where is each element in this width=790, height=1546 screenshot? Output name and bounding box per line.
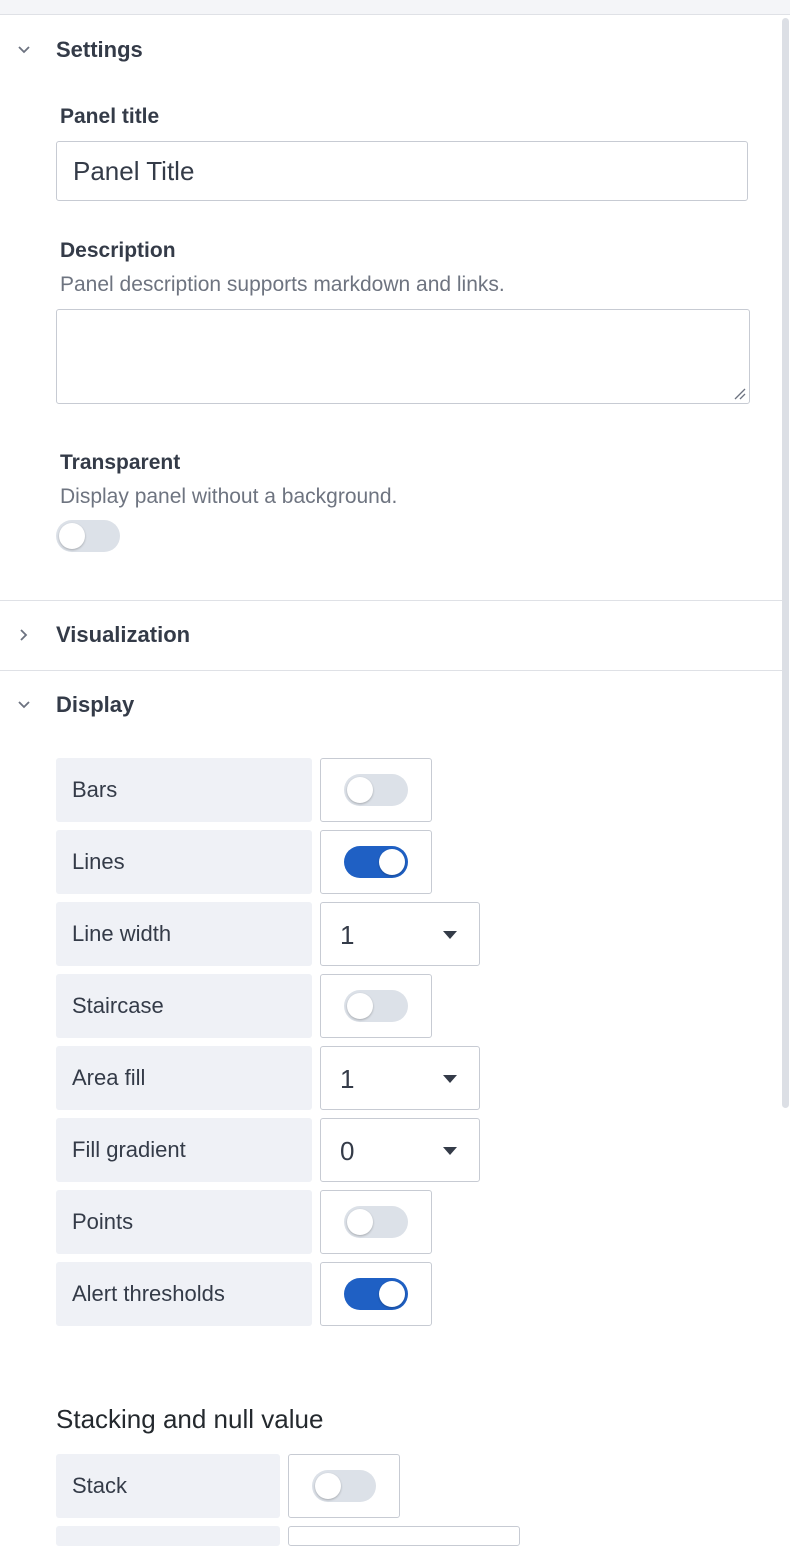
- toggle-knob: [379, 1281, 405, 1307]
- option-label-lines: Lines: [56, 830, 312, 894]
- option-label-text: Line width: [72, 921, 172, 946]
- option-label-area-fill: Area fill: [56, 1046, 312, 1110]
- lines-toggle[interactable]: [344, 846, 408, 878]
- panel-title-input[interactable]: [56, 141, 748, 201]
- option-label-points: Points: [56, 1190, 312, 1254]
- fill-gradient-select-value: 0: [340, 1136, 355, 1166]
- next-option-control[interactable]: [288, 1526, 520, 1546]
- transparent-help-text: Display panel without a background.: [60, 485, 398, 508]
- option-label-text: Fill gradient: [72, 1137, 186, 1162]
- settings-section-title: Settings: [56, 37, 143, 62]
- caret-down-icon: [443, 1147, 457, 1155]
- visualization-section-title: Visualization: [56, 622, 191, 647]
- description-label: Description: [60, 239, 176, 262]
- description-textarea[interactable]: [56, 309, 750, 404]
- option-label-line-width: Line width: [56, 902, 312, 966]
- option-label-staircase: Staircase: [56, 974, 312, 1038]
- option-label-text: Area fill: [72, 1065, 146, 1090]
- alert-thresholds-toggle-box[interactable]: [320, 1262, 432, 1326]
- stack-label: Stack: [56, 1454, 280, 1518]
- display-section-title: Display: [56, 692, 135, 717]
- chevron-down-icon: [16, 42, 32, 58]
- option-label-text: Bars: [72, 777, 118, 802]
- staircase-toggle[interactable]: [344, 990, 408, 1022]
- option-label-text: Points: [72, 1209, 134, 1234]
- points-toggle[interactable]: [344, 1206, 408, 1238]
- option-label-bars: Bars: [56, 758, 312, 822]
- staircase-toggle-box[interactable]: [320, 974, 432, 1038]
- line-width-select-value: 1: [340, 920, 355, 950]
- stack-label-text: Stack: [72, 1473, 128, 1498]
- resize-grip-icon[interactable]: [730, 384, 746, 400]
- toggle-knob: [315, 1473, 341, 1499]
- visualization-section-header[interactable]: Visualization: [0, 601, 782, 669]
- description-help-text: Panel description supports markdown and …: [60, 273, 505, 296]
- stack-toggle-box[interactable]: [288, 1454, 400, 1518]
- toggle-knob: [347, 777, 373, 803]
- display-section-header[interactable]: Display: [0, 671, 782, 739]
- caret-down-icon: [443, 1075, 457, 1083]
- area-fill-select-value: 1: [340, 1064, 355, 1094]
- settings-section-header[interactable]: Settings: [0, 16, 782, 84]
- panel-title-label: Panel title: [60, 105, 160, 128]
- stacking-heading: Stacking and null value: [56, 1404, 324, 1434]
- stack-toggle[interactable]: [312, 1470, 376, 1502]
- area-fill-select[interactable]: 1: [320, 1046, 480, 1110]
- chevron-right-icon: [16, 627, 32, 643]
- bars-toggle[interactable]: [344, 774, 408, 806]
- option-label-text: Staircase: [72, 993, 164, 1018]
- option-label-alert-thresholds: Alert thresholds: [56, 1262, 312, 1326]
- option-label-text: Alert thresholds: [72, 1281, 225, 1306]
- transparent-label: Transparent: [60, 451, 181, 474]
- toggle-knob: [347, 993, 373, 1019]
- option-label-fill-gradient: Fill gradient: [56, 1118, 312, 1182]
- toggle-knob: [379, 849, 405, 875]
- lines-toggle-box[interactable]: [320, 830, 432, 894]
- caret-down-icon: [443, 931, 457, 939]
- toggle-knob: [347, 1209, 373, 1235]
- top-bar: [0, 0, 790, 15]
- next-option-label: [56, 1526, 280, 1546]
- points-toggle-box[interactable]: [320, 1190, 432, 1254]
- option-label-text: Lines: [72, 849, 125, 874]
- bars-toggle-box[interactable]: [320, 758, 432, 822]
- fill-gradient-select[interactable]: 0: [320, 1118, 480, 1182]
- alert-thresholds-toggle[interactable]: [344, 1278, 408, 1310]
- transparent-toggle[interactable]: [56, 520, 120, 552]
- scrollbar-thumb[interactable]: [782, 18, 789, 1108]
- toggle-knob: [59, 523, 85, 549]
- line-width-select[interactable]: 1: [320, 902, 480, 966]
- chevron-down-icon: [16, 697, 32, 713]
